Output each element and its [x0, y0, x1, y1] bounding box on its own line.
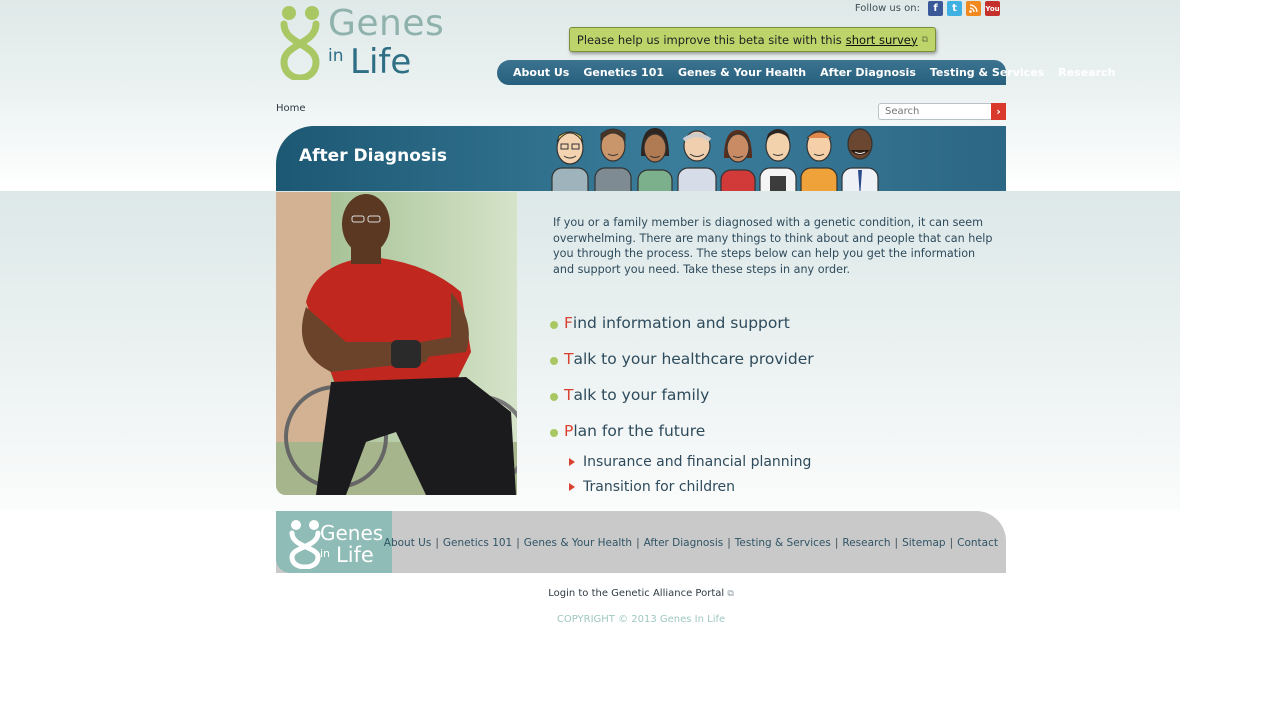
external-link-icon: ⧉ [921, 34, 929, 45]
dna-figure-icon [280, 6, 320, 80]
footer-link-after-diagnosis[interactable]: After Diagnosis [644, 537, 724, 549]
footer-link-sitemap[interactable]: Sitemap [902, 537, 946, 549]
people-illustration [551, 128, 879, 191]
logo-wordmark: Genes in Life [328, 3, 445, 83]
bullet-dot-icon [550, 356, 558, 365]
separator: | [435, 537, 439, 549]
step-talk-healthcare-provider[interactable]: Talk to your healthcare provider [550, 341, 814, 377]
separator: | [834, 537, 839, 549]
survey-link[interactable]: short survey [846, 33, 918, 47]
separator: | [894, 537, 899, 549]
triangle-right-icon [569, 482, 575, 491]
step-label: alk to your healthcare provider [573, 350, 814, 368]
substep-label: Transition for children [583, 478, 736, 495]
logo-life: Life [350, 42, 412, 82]
follow-us-bar: Follow us on: f t You [855, 1, 1000, 16]
copyright-text: COPYRIGHT © 2013 Genes In Life [556, 614, 726, 625]
nav-after-diagnosis[interactable]: After Diagnosis [820, 66, 916, 79]
footer-logo-life: Life [336, 543, 374, 567]
footer-link-testing-services[interactable]: Testing & Services [735, 537, 831, 549]
intro-paragraph: If you or a family member is diagnosed w… [553, 216, 993, 276]
rss-icon[interactable] [966, 1, 981, 16]
step-find-information[interactable]: Find information and support [550, 305, 814, 341]
portal-login: Login to the Genetic Alliance Portal ⧉ [276, 588, 1006, 599]
steps-list: Find information and support Talk to you… [550, 305, 814, 499]
survey-banner: Please help us improve this beta site wi… [569, 27, 936, 52]
portal-login-link[interactable]: Login to the Genetic Alliance Portal [548, 588, 724, 599]
site-footer: Genes in Life About Us | Genetics 101 | Ge… [276, 511, 1006, 573]
nav-genetics-101[interactable]: Genetics 101 [583, 66, 664, 79]
external-link-icon: ⧉ [727, 589, 734, 599]
footer-link-about-us[interactable]: About Us [384, 537, 432, 549]
footer-link-genes-your-health[interactable]: Genes & Your Health [524, 537, 632, 549]
footer-link-genetics-101[interactable]: Genetics 101 [443, 537, 512, 549]
footer-logo[interactable]: Genes in Life [276, 511, 392, 573]
footer-logo-genes: Genes [320, 521, 384, 545]
page-title: After Diagnosis [299, 146, 447, 166]
youtube-icon[interactable]: You [985, 1, 1000, 16]
twitter-icon[interactable]: t [947, 1, 962, 16]
search-input[interactable] [878, 103, 991, 120]
step-initial: T [564, 350, 574, 368]
step-label: ind information and support [572, 314, 790, 332]
step-initial: T [564, 386, 574, 404]
follow-label: Follow us on: [854, 3, 920, 14]
separator: | [516, 537, 520, 549]
separator: | [636, 537, 640, 549]
substep-insurance-planning[interactable]: Insurance and financial planning [569, 449, 814, 474]
logo-in: in [328, 46, 344, 66]
survey-text: Please help us improve this beta site wi… [576, 32, 842, 47]
step-talk-family[interactable]: Talk to your family [550, 377, 814, 413]
bullet-dot-icon [550, 392, 558, 401]
hero-photo [276, 192, 517, 495]
step-label: lan for the future [573, 422, 706, 440]
footer-logo-in: in [320, 547, 331, 560]
step-initial: P [564, 422, 574, 440]
step-initial: F [564, 314, 573, 332]
search-box: › [878, 103, 1006, 120]
separator: | [727, 537, 731, 549]
nav-research[interactable]: Research [1058, 66, 1115, 79]
substep-transition-children[interactable]: Transition for children [569, 474, 814, 499]
search-submit-button[interactable]: › [991, 103, 1006, 120]
breadcrumb-home[interactable]: Home [276, 103, 306, 114]
nav-about-us[interactable]: About Us [513, 66, 569, 79]
logo-genes: Genes [328, 3, 445, 44]
step-plan-future[interactable]: Plan for the future [550, 413, 814, 449]
bullet-dot-icon [550, 428, 558, 437]
substep-label: Insurance and financial planning [583, 453, 812, 470]
bullet-dot-icon [550, 320, 558, 329]
page-banner: After Diagnosis [276, 126, 1006, 191]
footer-nav: About Us | Genetics 101 | Genes & Your Hea… [384, 537, 998, 549]
step-label: alk to your family [573, 386, 710, 404]
site-logo[interactable]: Genes in Life [276, 4, 444, 82]
main-nav: About Us Genetics 101 Genes & Your Healt… [497, 60, 1115, 85]
chevron-right-icon: › [996, 105, 1001, 118]
separator: | [949, 537, 954, 549]
footer-link-contact[interactable]: Contact [957, 537, 998, 549]
triangle-right-icon [569, 457, 575, 466]
facebook-icon[interactable]: f [928, 1, 943, 16]
nav-testing-services[interactable]: Testing & Services [930, 66, 1044, 79]
breadcrumb: Home [276, 103, 306, 114]
footer-link-research[interactable]: Research [842, 537, 890, 549]
nav-genes-your-health[interactable]: Genes & Your Health [678, 66, 806, 79]
